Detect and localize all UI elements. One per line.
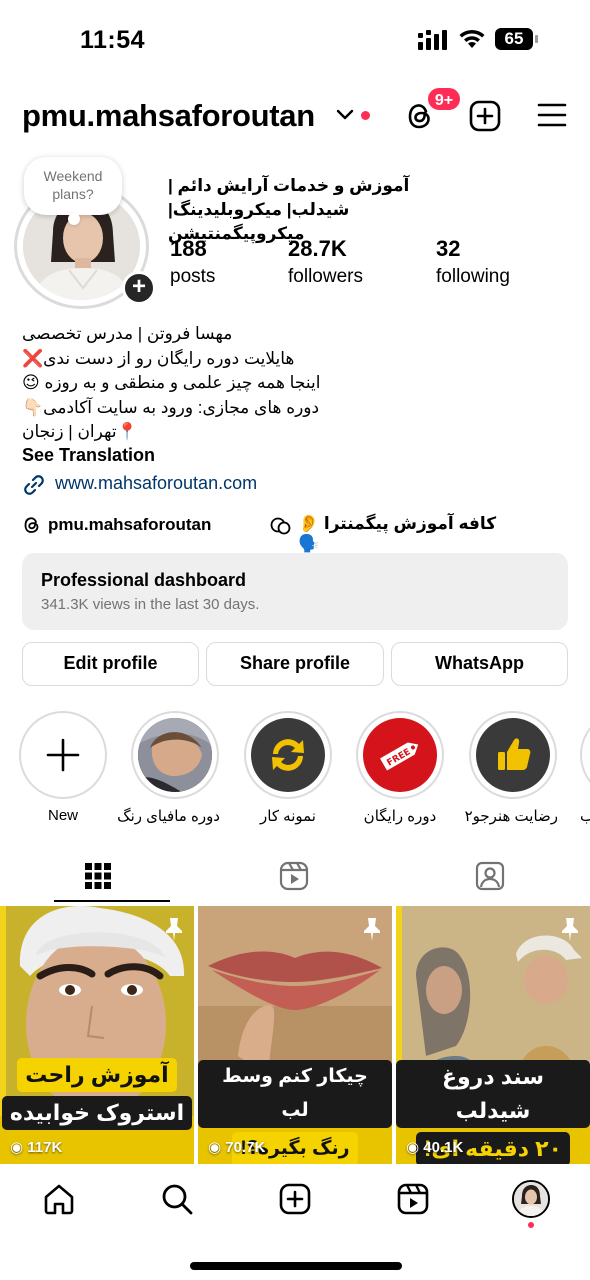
posts-grid: آموزش راحت استروک خوابیده ◉ 117K چیکار ک… <box>0 906 590 1164</box>
post-view-count: 40.1K <box>423 1139 464 1156</box>
post-tile[interactable]: سند دروغ شیدلب ۲۰ دقیقه ای! ◉ 40.1K <box>396 906 590 1164</box>
post-view-count: 70.7K <box>225 1139 266 1156</box>
highlight-cover-photo <box>138 718 212 792</box>
highlight-label: دوره رایگان <box>363 808 437 825</box>
edit-profile-button[interactable]: Edit profile <box>22 642 199 686</box>
bio-line: هایلایت دوره رایگان رو از دست ندی❌ <box>22 348 295 368</box>
bio-line: اینجا همه چیز علمی و منطقی و به روزه 😉 <box>22 373 321 392</box>
refresh-icon <box>272 739 304 771</box>
pin-icon <box>558 916 582 942</box>
profile-nav-avatar[interactable] <box>512 1180 550 1218</box>
share-profile-button[interactable]: Share profile <box>206 642 384 686</box>
highlight-label: ب <box>580 808 590 825</box>
reels-nav-icon[interactable] <box>396 1182 430 1216</box>
battery-level: 65 <box>504 29 524 48</box>
plus-icon <box>46 738 80 772</box>
post-caption: آموزش راحت استروک خوابیده <box>0 1056 194 1132</box>
chevron-down-icon[interactable] <box>336 108 354 122</box>
status-bar: 11:54 65 <box>0 0 590 80</box>
posts-label: posts <box>170 266 216 287</box>
post-caption-line: سند دروغ شیدلب <box>396 1060 590 1128</box>
whatsapp-button[interactable]: WhatsApp <box>391 642 568 686</box>
threads-channel-row: pmu.mahsaforoutan کافه آموزش پیگمنترا 👂🗣… <box>22 514 562 553</box>
profile-username[interactable]: pmu.mahsaforoutan <box>22 98 315 134</box>
stat-posts[interactable]: 188 posts <box>170 236 215 288</box>
bio-line: دوره های مجازی: ورود به سایت آکادمی👇🏻 <box>22 397 320 417</box>
post-views: ◉ 70.7K <box>208 1139 266 1156</box>
profile-note-bubble[interactable]: Weekend plans? <box>24 157 122 225</box>
add-story-button[interactable]: + <box>122 271 156 305</box>
threads-icon[interactable] <box>22 515 42 535</box>
tagged-icon[interactable] <box>474 860 506 892</box>
highlight-item[interactable]: نمونه کار <box>243 711 333 825</box>
highlight-new[interactable]: New <box>18 711 108 824</box>
post-caption-line: استروک خوابیده <box>1 1096 193 1130</box>
thumbs-up-icon <box>498 738 531 770</box>
followers-count: 28.7K <box>288 236 347 261</box>
see-translation-link[interactable]: See Translation <box>22 445 155 466</box>
dashboard-subtitle: 341.3K views in the last 30 days. <box>41 596 260 613</box>
reels-icon[interactable] <box>278 860 310 892</box>
post-view-count: 117K <box>27 1139 63 1156</box>
pin-icon <box>360 916 384 942</box>
highlight-item[interactable]: دوره مافیای رنگ <box>117 711 220 825</box>
status-time: 11:54 <box>80 26 146 54</box>
free-tag-icon: FREE <box>380 742 419 771</box>
link-icon <box>24 475 44 495</box>
post-tile[interactable]: چیکار کنم وسط لب رنگ بگیره؟! ◉ 70.7K <box>198 906 392 1164</box>
highlight-label: رضایت هنرجو۲ <box>464 808 558 825</box>
dashboard-title: Professional dashboard <box>41 570 247 590</box>
broadcast-channel-icon[interactable] <box>270 516 292 536</box>
followers-label: followers <box>288 266 363 287</box>
posts-count: 188 <box>170 236 207 261</box>
create-icon[interactable] <box>278 1182 312 1216</box>
create-post-icon[interactable] <box>469 100 501 132</box>
website-link[interactable]: www.mahsaforoutan.com <box>55 473 257 494</box>
home-icon[interactable] <box>42 1182 76 1216</box>
note-line-1: Weekend <box>43 168 103 184</box>
post-caption-line: چیکار کنم وسط لب <box>198 1060 392 1128</box>
bio-line: 📍تهران | زنجان <box>22 422 138 441</box>
profile-alert-dot <box>528 1222 534 1228</box>
note-line-2: plans? <box>52 186 94 202</box>
following-label: following <box>436 266 510 287</box>
post-views: ◉ 40.1K <box>406 1139 464 1156</box>
wifi-icon <box>459 29 485 48</box>
battery-icon: 65 <box>495 28 539 50</box>
post-caption-line: آموزش راحت <box>17 1058 177 1092</box>
profile-bio: مهسا فروتن | مدرس تخصصی هایلایت دوره رای… <box>22 322 462 445</box>
following-count: 32 <box>436 236 461 261</box>
post-tile[interactable]: آموزش راحت استروک خوابیده ◉ 117K <box>0 906 194 1164</box>
active-tab-indicator <box>54 900 170 902</box>
highlight-label: نمونه کار <box>260 808 316 825</box>
bottom-navigation <box>0 1164 590 1280</box>
broadcast-channel-name[interactable]: کافه آموزش پیگمنترا 👂🗣️ <box>298 514 516 554</box>
highlight-label: New <box>47 807 78 824</box>
stat-followers[interactable]: 28.7K followers <box>288 236 363 288</box>
highlight-item[interactable]: FREE دوره رایگان <box>355 711 445 825</box>
menu-icon[interactable] <box>537 102 567 128</box>
grid-icon[interactable] <box>82 860 114 892</box>
pin-icon <box>162 916 186 942</box>
highlight-item[interactable]: رضایت هنرجو۲ <box>464 711 558 825</box>
stat-following[interactable]: 32 following <box>436 236 510 288</box>
threads-handle[interactable]: pmu.mahsaforoutan <box>48 515 211 535</box>
professional-dashboard[interactable]: Professional dashboard 341.3K views in t… <box>22 553 568 630</box>
home-indicator <box>190 1262 402 1270</box>
cellular-signal-icon <box>418 30 447 50</box>
profile-tabs <box>0 852 590 906</box>
bio-line: مهسا فروتن | مدرس تخصصی <box>22 324 233 343</box>
post-views: ◉ 117K <box>10 1139 63 1156</box>
account-alert-dot <box>361 111 370 120</box>
notification-badge[interactable]: 9+ <box>426 86 462 112</box>
search-icon[interactable] <box>160 1182 194 1216</box>
highlight-label: دوره مافیای رنگ <box>117 808 220 825</box>
